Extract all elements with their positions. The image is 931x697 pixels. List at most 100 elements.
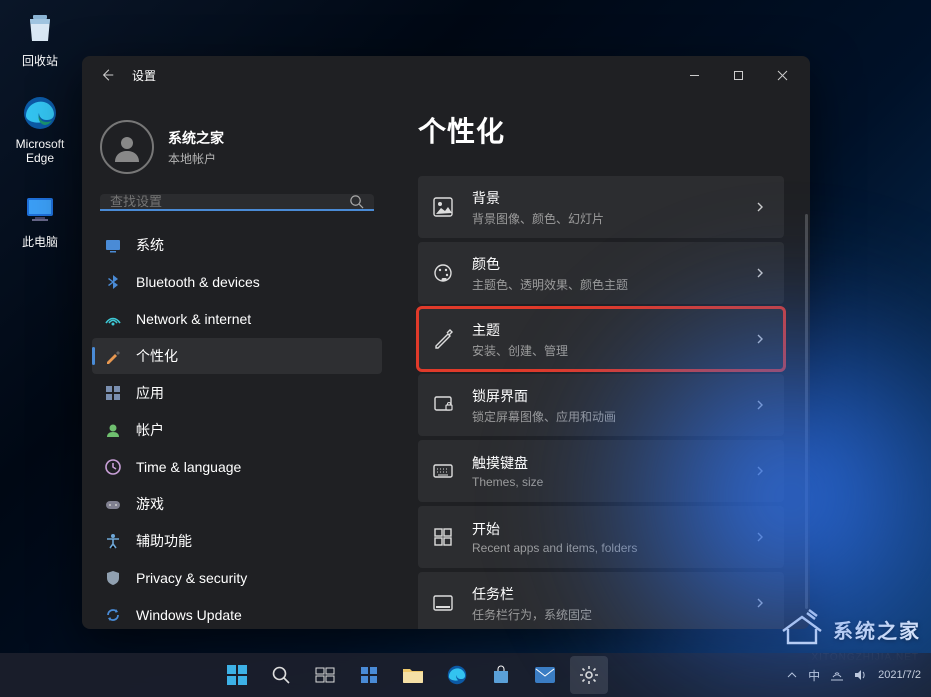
sidebar-item-label: 系统	[136, 235, 164, 255]
apps-icon	[104, 384, 122, 402]
taskbar[interactable]: 中 2021/7/2	[0, 653, 931, 697]
scrollbar[interactable]	[805, 214, 808, 609]
chevron-right-icon	[754, 201, 766, 213]
taskbar-search-icon[interactable]	[262, 656, 300, 694]
card-desc: 锁定屏幕图像、应用和动画	[472, 408, 736, 425]
lockscreen-icon	[432, 394, 454, 416]
taskbar-settings-icon[interactable]	[570, 656, 608, 694]
account-type: 本地帐户	[168, 150, 224, 167]
desktop-icon-this-pc[interactable]: 此电脑	[20, 189, 60, 250]
tray-volume-icon[interactable]	[854, 669, 868, 681]
card-title: 开始	[472, 519, 736, 539]
settings-window: 设置 系统之家 本地帐户 系统 Bluetooth & devices Networ…	[82, 56, 810, 629]
desktop-icon-label: Microsoft Edge	[16, 137, 65, 165]
taskbar-icon	[432, 592, 454, 614]
sidebar-item-label: 辅助功能	[136, 531, 192, 551]
sidebar-item-privacy[interactable]: Privacy & security	[92, 560, 382, 596]
taskbar-mail-icon[interactable]	[526, 656, 564, 694]
taskbar-store-icon[interactable]	[482, 656, 520, 694]
accessibility-icon	[104, 532, 122, 550]
time-icon	[104, 458, 122, 476]
back-button[interactable]	[94, 61, 122, 89]
search-box[interactable]	[100, 194, 374, 211]
main-content: 个性化 背景背景图像、颜色、幻灯片颜色主题色、透明效果、颜色主题主题安装、创建、…	[390, 94, 810, 629]
page-title: 个性化	[418, 110, 784, 150]
tray-chevron-up-icon[interactable]	[786, 669, 798, 681]
gaming-icon	[104, 495, 122, 513]
sidebar-item-accessibility[interactable]: 辅助功能	[92, 523, 382, 559]
card-start[interactable]: 开始Recent apps and items, folders	[418, 506, 784, 568]
account-name: 系统之家	[168, 128, 224, 148]
sidebar-item-label: Windows Update	[136, 607, 242, 623]
card-title: 主题	[472, 320, 736, 340]
colors-icon	[432, 262, 454, 284]
card-touchkbd[interactable]: 触摸键盘 Themes, size	[418, 440, 784, 502]
window-title: 设置	[132, 67, 156, 84]
account-block[interactable]: 系统之家 本地帐户	[92, 112, 382, 194]
chevron-right-icon	[754, 333, 766, 345]
minimize-button[interactable]	[672, 60, 716, 90]
card-title: 触摸键盘	[472, 453, 736, 473]
card-title: 锁屏界面	[472, 386, 736, 406]
card-background[interactable]: 背景背景图像、颜色、幻灯片	[418, 176, 784, 238]
system-tray[interactable]: 中 2021/7/2	[786, 667, 931, 684]
start-icon	[432, 526, 454, 548]
avatar-icon	[100, 120, 154, 174]
start-button[interactable]	[218, 656, 256, 694]
watermark: 系统之家 XITONGZHIJIA.NET	[779, 609, 921, 649]
card-title: 任务栏	[472, 584, 736, 604]
edge-icon	[20, 93, 60, 133]
taskbar-explorer-icon[interactable]	[394, 656, 432, 694]
system-icon	[104, 236, 122, 254]
sidebar: 系统之家 本地帐户 系统 Bluetooth & devices Network &…	[82, 94, 390, 629]
desktop-icon-label: 此电脑	[22, 233, 58, 250]
card-taskbar[interactable]: 任务栏任务栏行为，系统固定	[418, 572, 784, 629]
desktop-icon-recycle-bin[interactable]: 回收站	[20, 8, 60, 69]
sidebar-item-label: Network & internet	[136, 311, 251, 327]
desktop-icon-edge[interactable]: Microsoft Edge	[16, 93, 65, 165]
tray-network-icon[interactable]	[830, 669, 844, 681]
sidebar-item-bluetooth[interactable]: Bluetooth & devices	[92, 264, 382, 300]
sidebar-item-label: Privacy & security	[136, 570, 247, 586]
card-title: 颜色	[472, 254, 736, 274]
titlebar[interactable]: 设置	[82, 56, 810, 94]
card-themes[interactable]: 主题安装、创建、管理	[418, 308, 784, 370]
card-desc: 任务栏行为，系统固定	[472, 606, 736, 623]
card-desc: Themes, size	[472, 475, 736, 489]
sidebar-item-time[interactable]: Time & language	[92, 449, 382, 485]
recycle-bin-icon	[20, 8, 60, 48]
search-input[interactable]	[110, 194, 349, 209]
desktop-icon-label: 回收站	[22, 52, 58, 69]
sidebar-item-personalization[interactable]: 个性化	[92, 338, 382, 374]
sidebar-item-label: Bluetooth & devices	[136, 274, 260, 290]
card-lockscreen[interactable]: 锁屏界面锁定屏幕图像、应用和动画	[418, 374, 784, 436]
card-colors[interactable]: 颜色主题色、透明效果、颜色主题	[418, 242, 784, 304]
background-icon	[432, 196, 454, 218]
card-desc: 主题色、透明效果、颜色主题	[472, 276, 736, 293]
widgets-icon[interactable]	[350, 656, 388, 694]
card-desc: 安装、创建、管理	[472, 342, 736, 359]
chevron-right-icon	[754, 399, 766, 411]
sidebar-item-accounts[interactable]: 帐户	[92, 412, 382, 448]
network-icon	[104, 310, 122, 328]
privacy-icon	[104, 569, 122, 587]
themes-icon	[432, 328, 454, 350]
sidebar-item-apps[interactable]: 应用	[92, 375, 382, 411]
watermark-logo-icon	[779, 609, 825, 649]
taskbar-edge-icon[interactable]	[438, 656, 476, 694]
this-pc-icon	[20, 189, 60, 229]
chevron-right-icon	[754, 267, 766, 279]
update-icon	[104, 606, 122, 624]
maximize-button[interactable]	[716, 60, 760, 90]
tray-ime-icon[interactable]: 中	[808, 667, 820, 684]
sidebar-item-label: 游戏	[136, 494, 164, 514]
sidebar-item-update[interactable]: Windows Update	[92, 597, 382, 629]
task-view-icon[interactable]	[306, 656, 344, 694]
close-button[interactable]	[760, 60, 804, 90]
sidebar-item-gaming[interactable]: 游戏	[92, 486, 382, 522]
sidebar-item-label: 应用	[136, 383, 164, 403]
sidebar-item-network[interactable]: Network & internet	[92, 301, 382, 337]
sidebar-item-label: 帐户	[136, 420, 164, 440]
sidebar-item-system[interactable]: 系统	[92, 227, 382, 263]
tray-date[interactable]: 2021/7/2	[878, 669, 921, 681]
